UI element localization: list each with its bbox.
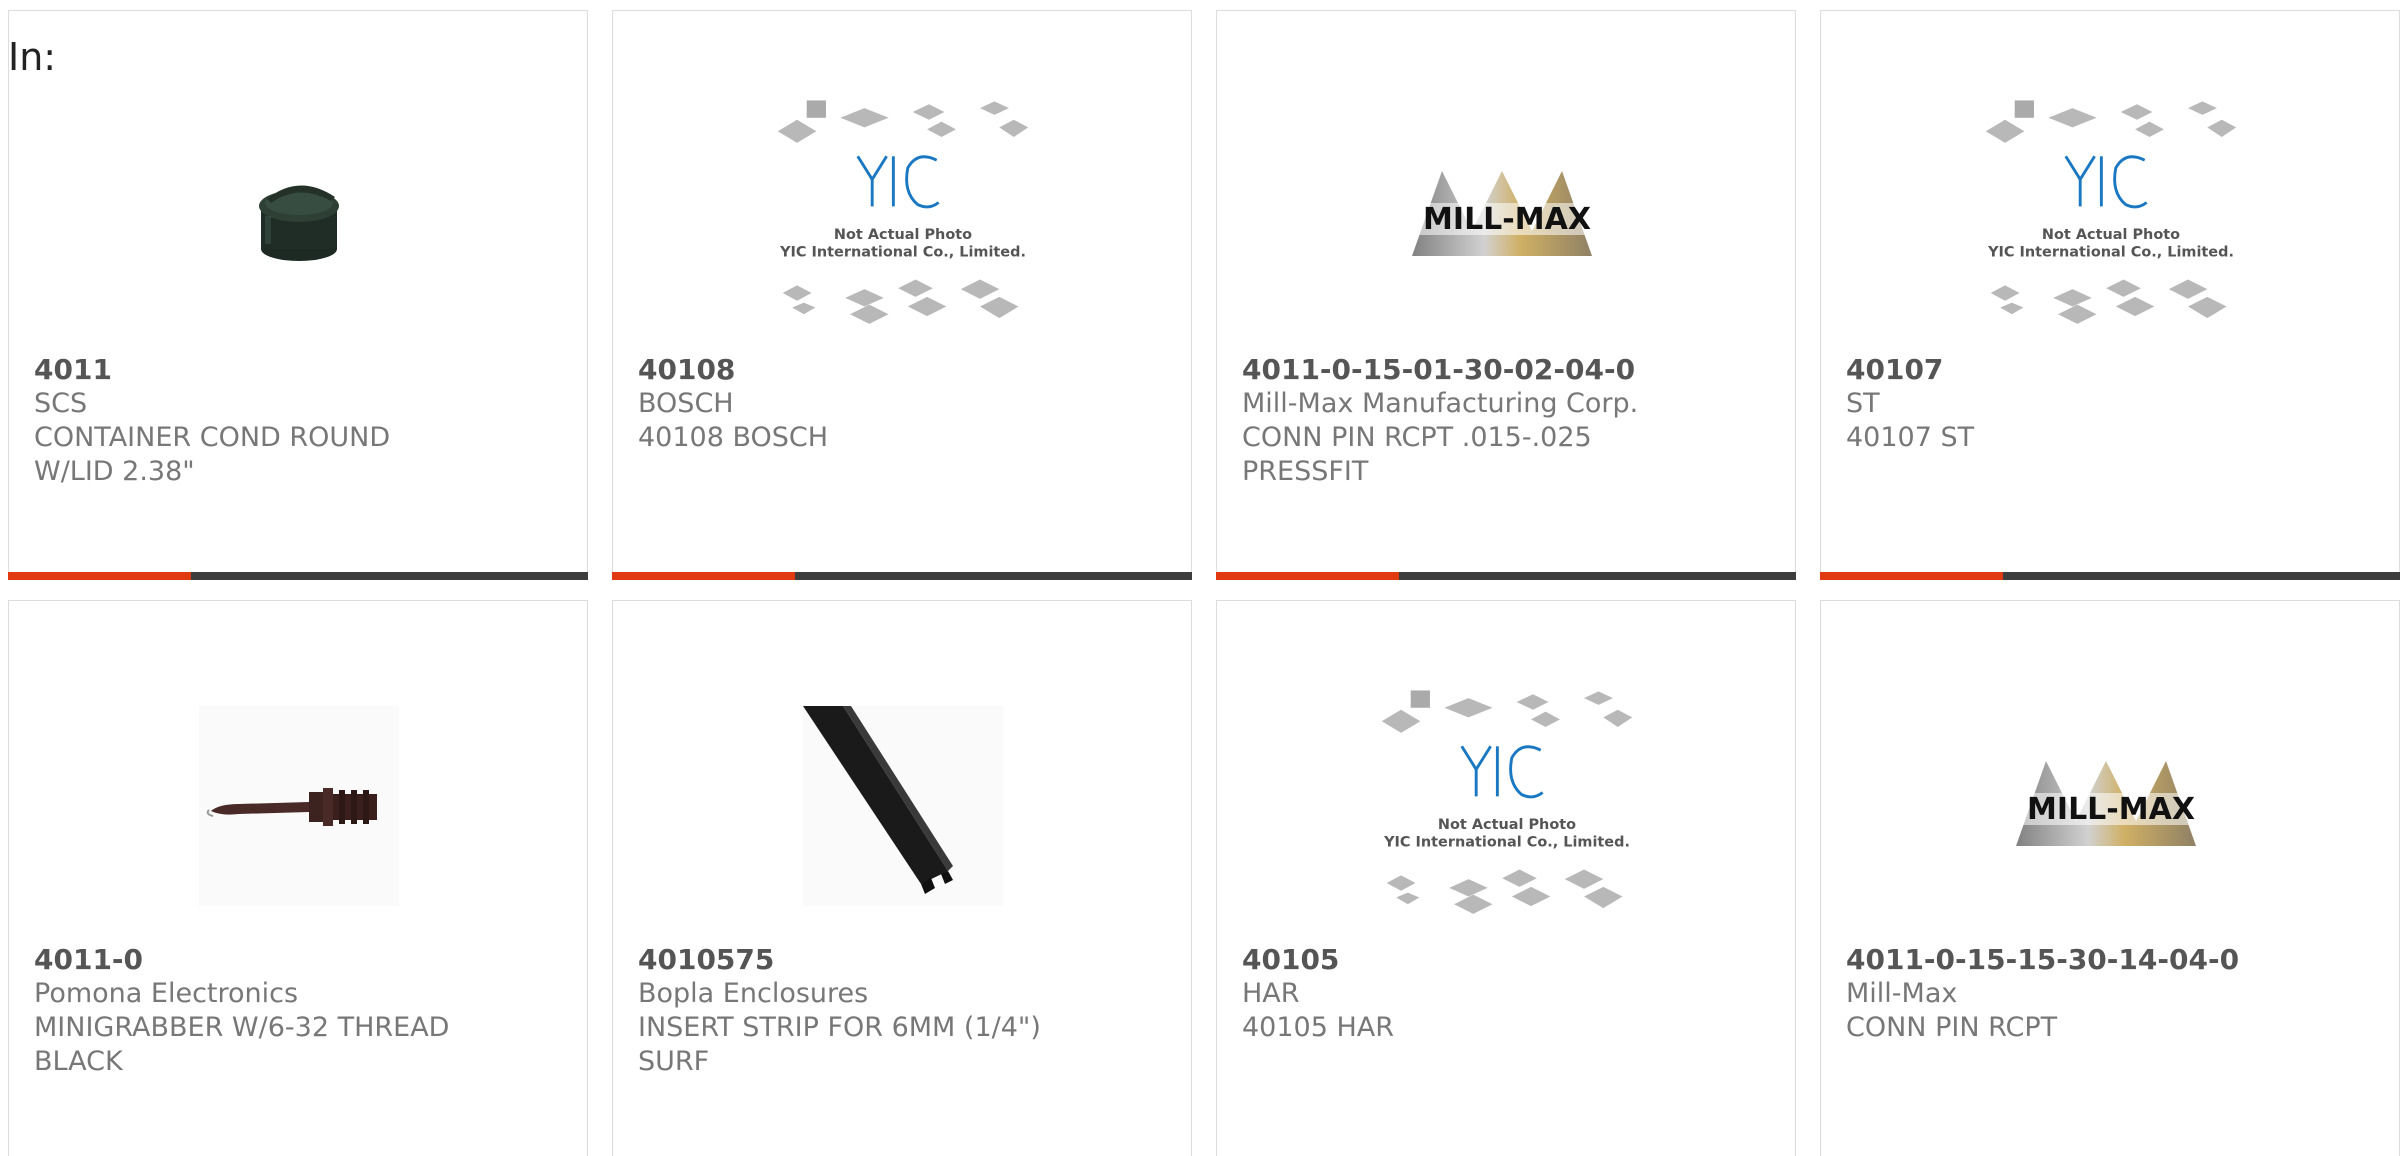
manufacturer: Bopla Enclosures	[638, 978, 869, 1009]
product-card-4011-0[interactable]: 4011-0 Pomona Electronics MINIGRABBER W/…	[8, 600, 588, 1156]
description-line: SURF	[638, 1046, 710, 1077]
svg-text:Not Actual Photo: Not Actual Photo	[834, 227, 972, 243]
product-card-4011-0-15-01-30-02-04-0[interactable]: MILL-MAX 4011-0-15-01-30-02-04-0 Mill-Ma…	[1216, 10, 1796, 580]
product-info: 4011-0 Pomona Electronics MINIGRABBER W/…	[34, 943, 567, 1079]
manufacturer: Pomona Electronics	[34, 978, 299, 1009]
description-line: W/LID 2.38"	[34, 456, 195, 487]
manufacturer: Mill-Max	[1846, 978, 1958, 1009]
part-number[interactable]: 40108	[638, 353, 1171, 387]
product-card-40107[interactable]: Not Actual Photo YIC International Co., …	[1820, 10, 2400, 580]
svg-text:YIC International Co., Limited: YIC International Co., Limited.	[1987, 244, 2234, 260]
description-line: CONN PIN RCPT .015-.025	[1242, 422, 1592, 453]
description-line: 40105 HAR	[1242, 1012, 1395, 1043]
yic-placeholder-icon: Not Actual Photo YIC International Co., …	[777, 100, 1029, 324]
manufacturer: BOSCH	[638, 388, 734, 419]
description-line: 40107 ST	[1846, 422, 1975, 453]
product-info: 4011 SCS CONTAINER COND ROUND W/LID 2.38…	[34, 353, 567, 489]
product-image[interactable]: Not Actual Photo YIC International Co., …	[773, 81, 1033, 351]
product-card-40105[interactable]: Not Actual Photo YIC International Co., …	[1216, 600, 1796, 1156]
product-info: 4011-0-15-01-30-02-04-0 Mill-Max Manufac…	[1242, 353, 1775, 489]
product-info: 40108 BOSCH 40108 BOSCH	[638, 353, 1171, 455]
card-accent-bar	[1820, 572, 2003, 580]
product-info: 40105 HAR 40105 HAR	[1242, 943, 1775, 1045]
card-accent-bar	[1216, 572, 1399, 580]
product-image[interactable]: Not Actual Photo YIC International Co., …	[1981, 81, 2241, 351]
description-line: CONTAINER COND ROUND	[34, 422, 391, 453]
minigrabber-image-icon	[199, 706, 399, 906]
card-accent-bar	[8, 572, 191, 580]
product-grid-page: 4011 SCS CONTAINER COND ROUND W/LID 2.38…	[0, 0, 2400, 1156]
description-line: BLACK	[34, 1046, 123, 1077]
in-label: In:	[8, 35, 57, 79]
card-footer-bar	[1820, 572, 2400, 580]
yic-placeholder-icon: Not Actual Photo YIC International Co., …	[1381, 690, 1633, 914]
svg-text:Not Actual Photo: Not Actual Photo	[2042, 227, 2180, 243]
product-image[interactable]: MILL-MAX	[1377, 81, 1637, 351]
product-card-4011[interactable]: 4011 SCS CONTAINER COND ROUND W/LID 2.38…	[8, 10, 588, 580]
product-card-40108[interactable]: Not Actual Photo YIC International Co., …	[612, 10, 1192, 580]
product-info: 4010575 Bopla Enclosures INSERT STRIP FO…	[638, 943, 1171, 1079]
svg-text:MILL-MAX: MILL-MAX	[2027, 792, 2195, 827]
product-card-4011-0-15-15-30-14-04-0[interactable]: MILL-MAX 4011-0-15-15-30-14-04-0 Mill-Ma…	[1820, 600, 2400, 1156]
card-footer-bar	[8, 572, 588, 580]
svg-text:YIC International Co., Limited: YIC International Co., Limited.	[1383, 834, 1630, 850]
card-footer-bar	[612, 572, 1192, 580]
manufacturer: HAR	[1242, 978, 1300, 1009]
svg-text:Not Actual Photo: Not Actual Photo	[1438, 817, 1576, 833]
part-number[interactable]: 4011	[34, 353, 567, 387]
description-line: 40108 BOSCH	[638, 422, 829, 453]
product-info: 40107 ST 40107 ST	[1846, 353, 2379, 455]
svg-text:YIC International Co., Limited: YIC International Co., Limited.	[779, 244, 1026, 260]
description-line: CONN PIN RCPT	[1846, 1012, 2058, 1043]
part-number[interactable]: 4011-0-15-15-30-14-04-0	[1846, 943, 2379, 977]
description-line: MINIGRABBER W/6-32 THREAD	[34, 1012, 450, 1043]
mill-max-logo-icon: MILL-MAX	[1402, 171, 1612, 256]
product-image[interactable]	[773, 671, 1033, 941]
container-image-icon	[259, 185, 339, 261]
mill-max-logo-icon: MILL-MAX	[2006, 761, 2216, 846]
card-accent-bar	[612, 572, 795, 580]
part-number[interactable]: 4011-0-15-01-30-02-04-0	[1242, 353, 1775, 387]
product-info: 4011-0-15-15-30-14-04-0 Mill-Max CONN PI…	[1846, 943, 2379, 1045]
card-footer-bar	[1216, 572, 1796, 580]
svg-text:MILL-MAX: MILL-MAX	[1423, 202, 1591, 237]
product-image[interactable]: MILL-MAX	[1981, 671, 2241, 941]
product-grid: 4011 SCS CONTAINER COND ROUND W/LID 2.38…	[0, 0, 2400, 1156]
yic-placeholder-icon: Not Actual Photo YIC International Co., …	[1985, 100, 2237, 324]
product-image[interactable]	[169, 671, 429, 941]
part-number[interactable]: 4010575	[638, 943, 1171, 977]
product-image[interactable]	[169, 81, 429, 351]
part-number[interactable]: 40107	[1846, 353, 2379, 387]
product-image[interactable]: Not Actual Photo YIC International Co., …	[1377, 671, 1637, 941]
part-number[interactable]: 4011-0	[34, 943, 567, 977]
insert-strip-image-icon	[803, 706, 1003, 906]
manufacturer: SCS	[34, 388, 88, 419]
description-line: PRESSFIT	[1242, 456, 1369, 487]
manufacturer: ST	[1846, 388, 1880, 419]
part-number[interactable]: 40105	[1242, 943, 1775, 977]
manufacturer: Mill-Max Manufacturing Corp.	[1242, 388, 1639, 419]
product-card-4010575[interactable]: 4010575 Bopla Enclosures INSERT STRIP FO…	[612, 600, 1192, 1156]
description-line: INSERT STRIP FOR 6MM (1/4")	[638, 1012, 1041, 1043]
